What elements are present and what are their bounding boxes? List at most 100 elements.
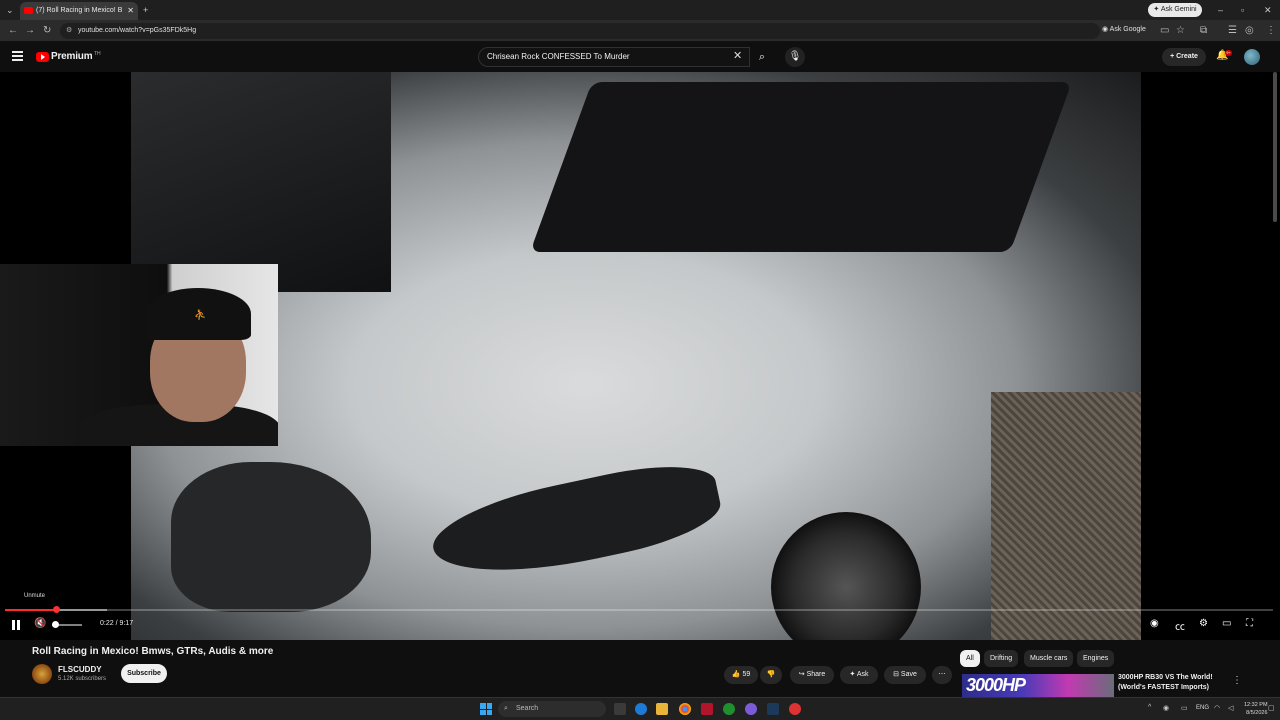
wifi-icon[interactable]: ◠ (1214, 704, 1220, 712)
progress-bar[interactable] (7, 609, 1273, 611)
channel-name[interactable]: FLSCUDDY (58, 665, 102, 674)
account-avatar[interactable] (1244, 49, 1260, 65)
browser-tab-active[interactable]: (7) Roll Racing in Mexico! B ✕ (20, 2, 138, 20)
ask-gemini-button[interactable]: ✦ Ask Gemini (1148, 3, 1202, 17)
tab-search-icon[interactable]: ⌄ (6, 3, 14, 17)
volume-knob[interactable] (53, 606, 60, 613)
video-car-windshield (530, 82, 1072, 252)
forward-icon[interactable]: → (25, 24, 35, 38)
chip-drifting[interactable]: Drifting (984, 650, 1019, 667)
video-dark-car (131, 72, 391, 292)
tray-chevron-icon[interactable]: ^ (1148, 704, 1151, 711)
back-icon[interactable]: ← (8, 24, 18, 38)
notification-badge: 9+ (1225, 50, 1232, 56)
file-explorer-icon[interactable] (656, 703, 668, 715)
captions-icon[interactable]: ㏄ (1175, 618, 1185, 633)
chip-engines[interactable]: Engines (1077, 650, 1115, 667)
windows-start-icon[interactable] (480, 703, 492, 715)
mic-icon: 🎙 (788, 51, 802, 62)
youtube-masthead: Premium TH Chrisean Rock CONFESSED To Mu… (0, 42, 1280, 72)
bookmark-star-icon[interactable]: ☆ (1176, 24, 1185, 38)
steam-icon[interactable] (767, 703, 779, 715)
video-car-wheel (771, 512, 921, 640)
chrome-icon[interactable] (679, 703, 691, 715)
edge-browser-icon[interactable] (635, 703, 647, 715)
address-bar[interactable]: ⚙ youtube.com/watch?v=pGs35FDk5Hg (60, 23, 1100, 39)
url-text: youtube.com/watch?v=pGs35FDk5Hg (78, 27, 197, 34)
notification-center-icon[interactable]: ▢ (1268, 704, 1275, 712)
share-icon: ↪ (798, 671, 805, 678)
dislike-button[interactable]: 👎 (760, 666, 782, 684)
voice-search-button[interactable]: 🎙 (785, 47, 805, 67)
browser-menu-icon[interactable]: ⋮ (1266, 24, 1276, 38)
page-scrollbar[interactable] (1273, 72, 1277, 222)
adobe-app-icon[interactable] (701, 703, 713, 715)
bookmark-icon: ⊟ (893, 671, 899, 678)
volume-fill (5, 609, 56, 611)
recommended-video-title[interactable]: 3000HP RB30 VS The World! (World's FASTE… (1118, 673, 1228, 693)
maximize-icon[interactable]: ▫ (1241, 3, 1244, 17)
browser-tab-strip: ⌄ (7) Roll Racing in Mexico! B ✕ + ✦ Ask… (0, 0, 1280, 20)
taskbar-search[interactable]: ⌕ Search (498, 701, 606, 717)
youtube-premium-logo[interactable]: Premium TH (36, 50, 101, 64)
tray-app-icon[interactable]: ◉ (1163, 704, 1169, 712)
task-view-icon[interactable] (614, 703, 626, 715)
more-actions-button[interactable]: ⋯ (932, 666, 952, 684)
search-icon: ⌕ (758, 51, 766, 63)
save-button[interactable]: ⊟ Save (884, 666, 926, 684)
new-tab-icon[interactable]: + (143, 3, 148, 17)
search-button[interactable]: ⌕ (750, 47, 774, 67)
webcam-overlay: ⛹ (0, 264, 278, 446)
recommended-more-icon[interactable]: ⋮ (1232, 675, 1242, 686)
menu-icon[interactable] (12, 51, 23, 61)
window-close-icon[interactable]: ✕ (1264, 3, 1272, 17)
recommended-video-thumbnail[interactable]: 3000HP (962, 674, 1114, 698)
site-info-icon[interactable]: ⚙ (66, 23, 72, 39)
share-button[interactable]: ↪ Share (790, 666, 834, 684)
pause-button[interactable] (10, 619, 22, 631)
clear-search-icon[interactable]: ✕ (733, 49, 742, 62)
tab-close-icon[interactable]: ✕ (127, 2, 134, 20)
video-title: Roll Racing in Mexico! Bmws, GTRs, Audis… (32, 646, 274, 657)
autoplay-toggle-icon[interactable]: ◉ (1150, 618, 1159, 629)
unmute-tooltip: Unmute (24, 593, 46, 599)
speaker-icon[interactable]: ◁ (1228, 704, 1233, 712)
extensions-icon[interactable]: ⧉ (1200, 24, 1207, 38)
language-indicator[interactable]: ENG (1196, 705, 1209, 711)
create-button[interactable]: + Create (1162, 48, 1206, 66)
theater-mode-icon[interactable]: ▭ (1222, 618, 1231, 629)
like-button[interactable]: 👍 59 (724, 666, 758, 684)
media-app-icon[interactable] (789, 703, 801, 715)
ask-button[interactable]: ✦ Ask (840, 666, 878, 684)
sparkle-icon: ✦ (849, 671, 856, 678)
chip-all[interactable]: All (960, 650, 980, 667)
chip-muscle-cars[interactable]: Muscle cars (1024, 650, 1074, 667)
thumbs-down-icon: 👎 (766, 671, 776, 678)
volume-track[interactable] (5, 606, 107, 613)
video-frame[interactable] (131, 72, 1141, 640)
subscribe-button[interactable]: Subscribe (121, 664, 167, 683)
video-gravel (991, 392, 1141, 640)
profile-icon[interactable]: ◎ (1245, 24, 1254, 38)
xbox-icon[interactable] (723, 703, 735, 715)
reload-icon[interactable]: ↻ (43, 24, 51, 38)
taskbar-search-icon: ⌕ (504, 705, 508, 712)
video-player[interactable]: ⛹ Unmute 🔇 0:22 / 9:17 ◉ ㏄ ⚙ ▭ ⛶ (0, 72, 1280, 640)
cast-icon[interactable]: ▭ (1160, 24, 1169, 38)
more-horizontal-icon: ⋯ (938, 671, 946, 678)
settings-gear-icon[interactable]: ⚙ (1199, 618, 1208, 629)
channel-avatar[interactable] (32, 664, 52, 684)
minimize-icon[interactable]: – (1218, 3, 1223, 17)
tab-title: (7) Roll Racing in Mexico! B (36, 7, 123, 14)
discord-icon[interactable] (745, 703, 757, 715)
clock[interactable]: 12:32 PM 8/5/2026 (1244, 701, 1268, 717)
ask-google-button[interactable]: ◉ Ask Google (1102, 25, 1146, 33)
fullscreen-icon[interactable]: ⛶ (1246, 618, 1253, 629)
mute-icon[interactable]: 🔇 (34, 618, 46, 629)
search-input[interactable]: Chrisean Rock CONFESSED To Murder (478, 47, 750, 67)
windows-taskbar: ⌕ Search ^ ◉ ▭ ENG ◠ ◁ 12:32 PM 8/5/2026… (0, 697, 1280, 720)
tray-network-icon[interactable]: ▭ (1181, 704, 1188, 712)
volume-slider-knob[interactable] (52, 621, 59, 628)
reading-list-icon[interactable]: ☰ (1228, 24, 1237, 38)
subscriber-count: 5.12K subscribers (58, 676, 107, 682)
